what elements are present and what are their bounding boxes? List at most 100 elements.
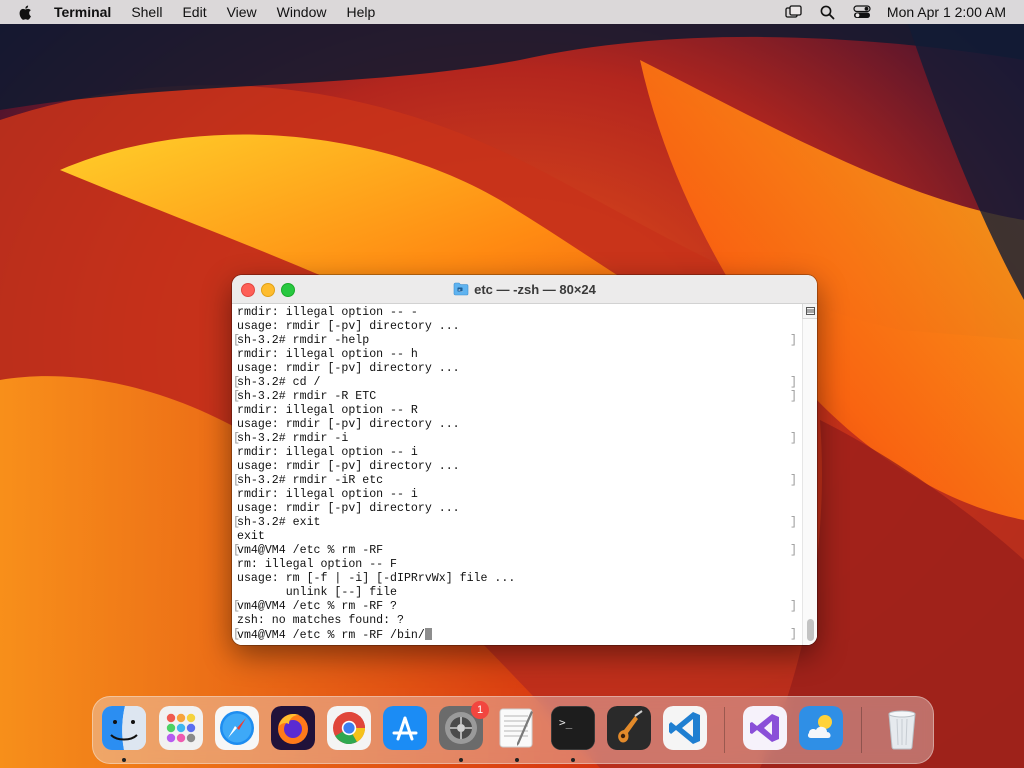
line-mark-right: ]	[790, 474, 797, 487]
terminal-line-text: rmdir: illegal option -- i	[237, 446, 418, 459]
terminal-icon[interactable]: >_	[551, 706, 595, 750]
weather-icon[interactable]	[799, 706, 843, 750]
menu-edit[interactable]: Edit	[182, 4, 206, 20]
menu-shell[interactable]: Shell	[131, 4, 162, 20]
control-center-icon[interactable]	[853, 3, 871, 21]
dock-separator	[724, 707, 725, 753]
terminal-line-text: sh-3.2# rmdir -i	[237, 432, 349, 445]
firefox-icon[interactable]	[271, 706, 315, 750]
terminal-line-text: usage: rmdir [-pv] directory ...	[237, 418, 460, 431]
apple-icon[interactable]	[18, 3, 36, 21]
line-mark-right: ]	[790, 432, 797, 445]
terminal-output-line: rmdir: illegal option -- R	[237, 404, 797, 418]
line-mark-left: [	[233, 628, 240, 641]
line-mark-right: ]	[790, 390, 797, 403]
screen-mirroring-icon[interactable]	[785, 3, 803, 21]
dock: 1 >_	[92, 696, 934, 764]
terminal-prompt-line: [vm4@VM4 /etc % rm -RF]	[233, 544, 797, 558]
terminal-line-text: rm: illegal option -- F	[237, 558, 398, 571]
terminal-line-text: rmdir: illegal option -- R	[237, 404, 418, 417]
terminal-line-text: usage: rmdir [-pv] directory ...	[237, 320, 460, 333]
terminal-prompt-line: [sh-3.2# cd /]	[233, 376, 797, 390]
terminal-prompt-line: [vm4@VM4 /etc % rm -RF /bin/]	[233, 628, 797, 642]
terminal-output-line: usage: rm [-f | -i] [-dIPRrvWx] file ...	[237, 572, 797, 586]
dock-separator	[861, 707, 862, 753]
menu-app-terminal[interactable]: Terminal	[54, 4, 111, 20]
terminal-line-text: sh-3.2# cd /	[237, 376, 321, 389]
textedit-icon[interactable]	[495, 706, 539, 750]
running-indicator	[122, 758, 126, 762]
finder-icon[interactable]	[102, 706, 146, 750]
line-mark-left: [	[233, 474, 240, 487]
chrome-icon[interactable]	[327, 706, 371, 750]
window-titlebar[interactable]: >_ etc — -zsh — 80×24	[232, 275, 817, 304]
line-mark-right: ]	[790, 628, 797, 641]
terminal-output-line: exit	[237, 530, 797, 544]
terminal-line-text: sh-3.2# exit	[237, 516, 321, 529]
vertical-scrollbar[interactable]	[802, 319, 817, 645]
terminal-output-line: usage: rmdir [-pv] directory ...	[237, 418, 797, 432]
terminal-prompt-line: [sh-3.2# rmdir -R ETC]	[233, 390, 797, 404]
app-store-icon[interactable]	[383, 706, 427, 750]
line-mark-right: ]	[790, 516, 797, 529]
terminal-output-line: usage: rmdir [-pv] directory ...	[237, 320, 797, 334]
terminal-line-text: usage: rmdir [-pv] directory ...	[237, 502, 460, 515]
line-mark-right: ]	[790, 376, 797, 389]
menu-help[interactable]: Help	[346, 4, 375, 20]
terminal-line-text: sh-3.2# rmdir -iR etc	[237, 474, 384, 487]
running-indicator	[459, 758, 463, 762]
line-mark-left: [	[233, 376, 240, 389]
zoom-button[interactable]	[281, 283, 295, 297]
split-pane-icon[interactable]	[802, 304, 817, 319]
terminal-line-text: vm4@VM4 /etc % rm -RF	[237, 544, 384, 557]
terminal-output-line: zsh: no matches found: ?	[237, 614, 797, 628]
line-mark-right: ]	[790, 544, 797, 557]
running-indicator	[571, 758, 575, 762]
terminal-prompt-line: [sh-3.2# exit]	[233, 516, 797, 530]
trash-icon[interactable]	[880, 706, 924, 750]
menu-window[interactable]: Window	[277, 4, 327, 20]
terminal-line-text: sh-3.2# rmdir -help	[237, 334, 370, 347]
line-mark-left: [	[233, 432, 240, 445]
svg-text:>_: >_	[559, 716, 573, 729]
text-cursor	[424, 628, 432, 640]
terminal-line-text: vm4@VM4 /etc % rm -RF /bin/	[237, 629, 425, 642]
terminal-line-text: usage: rmdir [-pv] directory ...	[237, 460, 460, 473]
terminal-line-text: rmdir: illegal option -- -	[237, 306, 418, 319]
terminal-line-text: usage: rm [-f | -i] [-dIPRrvWx] file ...	[237, 572, 516, 585]
terminal-output-line: rmdir: illegal option -- i	[237, 488, 797, 502]
terminal-line-text: unlink [--] file	[237, 586, 398, 599]
terminal-prompt-line: [sh-3.2# rmdir -i]	[233, 432, 797, 446]
terminal-output-line: rm: illegal option -- F	[237, 558, 797, 572]
folder-icon: >_	[453, 282, 469, 296]
launchpad-icon[interactable]	[159, 706, 203, 750]
terminal-prompt-line: [sh-3.2# rmdir -iR etc]	[233, 474, 797, 488]
terminal-output[interactable]: rmdir: illegal option -- - usage: rmdir […	[233, 306, 797, 642]
menu-view[interactable]: View	[227, 4, 257, 20]
menubar-clock[interactable]: Mon Apr 1 2:00 AM	[887, 4, 1006, 20]
scrollbar-thumb[interactable]	[807, 619, 814, 641]
line-mark-left: [	[233, 600, 240, 613]
terminal-line-text: sh-3.2# rmdir -R ETC	[237, 390, 377, 403]
terminal-output-line: usage: rmdir [-pv] directory ...	[237, 502, 797, 516]
terminal-output-line: usage: rmdir [-pv] directory ...	[237, 460, 797, 474]
vscode-icon[interactable]	[663, 706, 707, 750]
visual-studio-icon[interactable]	[743, 706, 787, 750]
terminal-window: >_ etc — -zsh — 80×24 rmdir: illegal opt…	[232, 275, 817, 645]
window-title: etc — -zsh — 80×24	[474, 281, 596, 297]
terminal-output-line: usage: rmdir [-pv] directory ...	[237, 362, 797, 376]
safari-icon[interactable]	[215, 706, 259, 750]
terminal-line-text: vm4@VM4 /etc % rm -RF ?	[237, 600, 398, 613]
close-button[interactable]	[241, 283, 255, 297]
terminal-prompt-line: [sh-3.2# rmdir -help]	[233, 334, 797, 348]
terminal-line-text: usage: rmdir [-pv] directory ...	[237, 362, 460, 375]
line-mark-left: [	[233, 390, 240, 403]
minimize-button[interactable]	[261, 283, 275, 297]
line-mark-left: [	[233, 334, 240, 347]
line-mark-left: [	[233, 516, 240, 529]
spotlight-search-icon[interactable]	[819, 3, 837, 21]
garageband-icon[interactable]	[607, 706, 651, 750]
terminal-content[interactable]: rmdir: illegal option -- - usage: rmdir […	[232, 304, 817, 645]
terminal-output-line: unlink [--] file	[237, 586, 797, 600]
line-mark-right: ]	[790, 600, 797, 613]
